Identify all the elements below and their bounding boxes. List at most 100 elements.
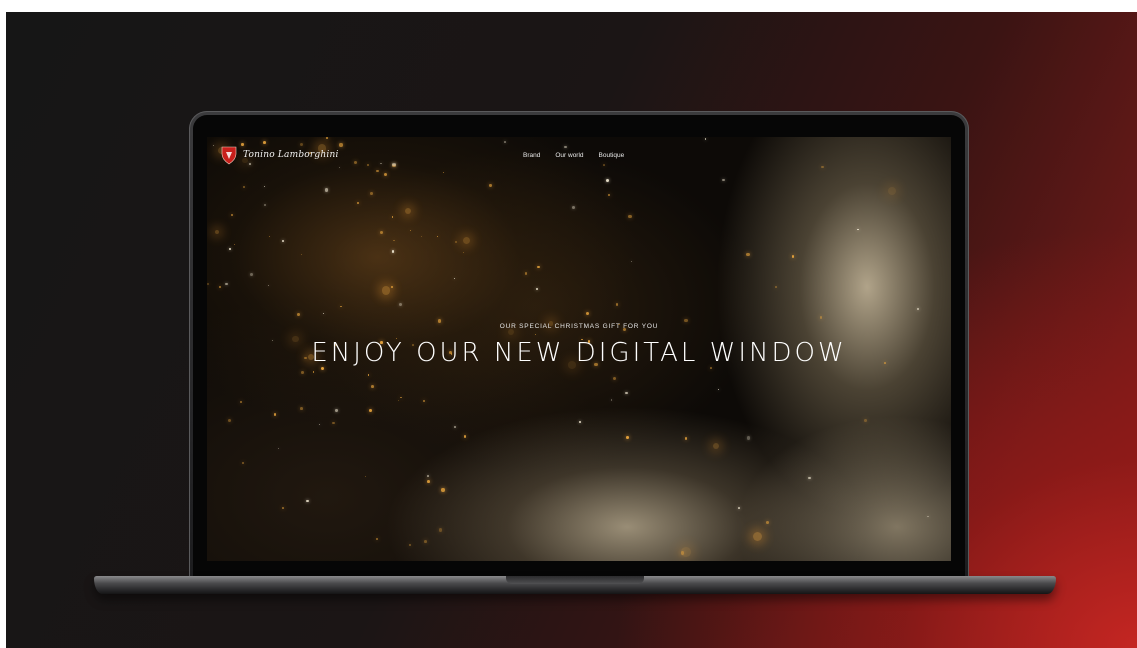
bokeh-dot (454, 240, 458, 244)
bokeh-dot (489, 184, 492, 187)
bokeh-dot (524, 272, 528, 276)
bokeh-dot (746, 253, 750, 257)
bokeh-dot (409, 544, 412, 547)
bokeh-dot (225, 282, 228, 286)
bokeh-dot (426, 480, 430, 484)
bokeh-dot (610, 399, 612, 401)
bokeh-dot (462, 237, 471, 245)
bokeh-dot (463, 435, 467, 438)
bokeh-dot (215, 229, 220, 235)
bokeh-dot (242, 185, 245, 189)
bokeh-dot (398, 303, 402, 307)
bokeh-dot (268, 285, 270, 287)
bokeh-dot (441, 488, 445, 492)
laptop-base (94, 576, 1056, 594)
bokeh-dot (717, 389, 719, 391)
bokeh-dot (927, 515, 929, 518)
bokeh-dot (400, 396, 402, 398)
bokeh-dot (819, 315, 823, 319)
site-header: Tonino Lamborghini Brand Our world Bouti… (207, 137, 951, 177)
bokeh-dot (391, 216, 394, 218)
bokeh-dot (615, 303, 619, 307)
bokeh-dot (421, 236, 423, 238)
bokeh-dot (380, 230, 384, 234)
hero-headline: ENJOY OUR NEW DIGITAL WINDOW (311, 338, 847, 368)
bokeh-dot (422, 399, 425, 402)
bokeh-dot (436, 236, 439, 238)
bokeh-dot (340, 305, 343, 308)
bokeh-dot (766, 521, 770, 525)
nav-link-boutique[interactable]: Boutique (599, 152, 625, 159)
laptop-lid: Tonino Lamborghini Brand Our world Bouti… (189, 111, 969, 585)
bokeh-dot (454, 426, 456, 429)
shield-logo-icon (221, 146, 237, 165)
bokeh-dot (381, 286, 391, 295)
bokeh-dot (335, 409, 338, 412)
bokeh-dot (572, 205, 576, 209)
nav-link-our-world[interactable]: Our world (555, 152, 583, 159)
bokeh-dot (219, 286, 222, 289)
bokeh-dot (791, 255, 795, 258)
bokeh-dot (712, 443, 719, 450)
bokeh-dot (438, 528, 443, 532)
bokeh-dot (630, 260, 633, 263)
bokeh-dot (207, 283, 210, 286)
bokeh-dot (916, 308, 919, 311)
bokeh-dot (332, 421, 335, 425)
brand-name: Tonino Lamborghini (243, 150, 339, 160)
bokeh-dot (608, 193, 611, 196)
bokeh-dot (324, 188, 329, 192)
bokeh-dot (752, 532, 762, 542)
bokeh-dot (250, 273, 254, 276)
bokeh-dot (357, 201, 360, 204)
bokeh-dot (535, 287, 538, 290)
bokeh-dot (264, 186, 266, 188)
bokeh-dot (737, 506, 740, 509)
bokeh-dot (427, 474, 429, 477)
brand-logo[interactable]: Tonino Lamborghini (221, 145, 339, 165)
bokeh-dot (312, 371, 315, 374)
bokeh-dot (624, 391, 628, 395)
bokeh-dot (537, 265, 540, 269)
bokeh-dot (808, 477, 811, 480)
bokeh-dot (370, 192, 373, 195)
bokeh-dot (228, 418, 232, 423)
bokeh-dot (230, 214, 234, 217)
bokeh-dot (228, 247, 231, 250)
hero-section: OUR SPECIAL CHRISTMAS GIFT FOR YOU ENJOY… (207, 323, 951, 367)
bokeh-dot (612, 376, 617, 380)
bokeh-dot (424, 539, 428, 543)
bokeh-dot (277, 447, 280, 450)
bokeh-dot (579, 421, 582, 424)
bokeh-dot (323, 312, 325, 314)
bokeh-dot (391, 285, 394, 288)
bokeh-dot (453, 277, 456, 280)
laptop-opening-notch (506, 576, 644, 584)
bokeh-dot (301, 371, 305, 374)
website-viewport: Tonino Lamborghini Brand Our world Bouti… (207, 137, 951, 561)
bokeh-dot (297, 312, 301, 316)
bokeh-dot (746, 436, 751, 440)
bokeh-dot (368, 374, 370, 376)
bokeh-dot (319, 423, 321, 425)
bokeh-dot (233, 243, 236, 246)
bokeh-dot (681, 547, 691, 557)
bokeh-dot (299, 407, 303, 410)
bokeh-dot (628, 214, 632, 218)
bokeh-dot (306, 500, 309, 503)
bokeh-dot (239, 400, 243, 404)
bokeh-dot (684, 437, 688, 441)
bokeh-dot (268, 235, 271, 237)
bokeh-dot (300, 254, 302, 256)
bokeh-dot (857, 228, 859, 231)
bokeh-dot (626, 436, 630, 440)
bokeh-dot (684, 319, 688, 323)
bokeh-dot (463, 252, 465, 254)
nav-link-brand[interactable]: Brand (523, 152, 540, 159)
bokeh-dot (281, 240, 284, 243)
bokeh-dot (409, 229, 412, 232)
bokeh-dot (282, 507, 284, 510)
hero-eyebrow: OUR SPECIAL CHRISTMAS GIFT FOR YOU (499, 323, 659, 330)
bokeh-dot (605, 179, 609, 182)
bokeh-dot (369, 408, 372, 412)
